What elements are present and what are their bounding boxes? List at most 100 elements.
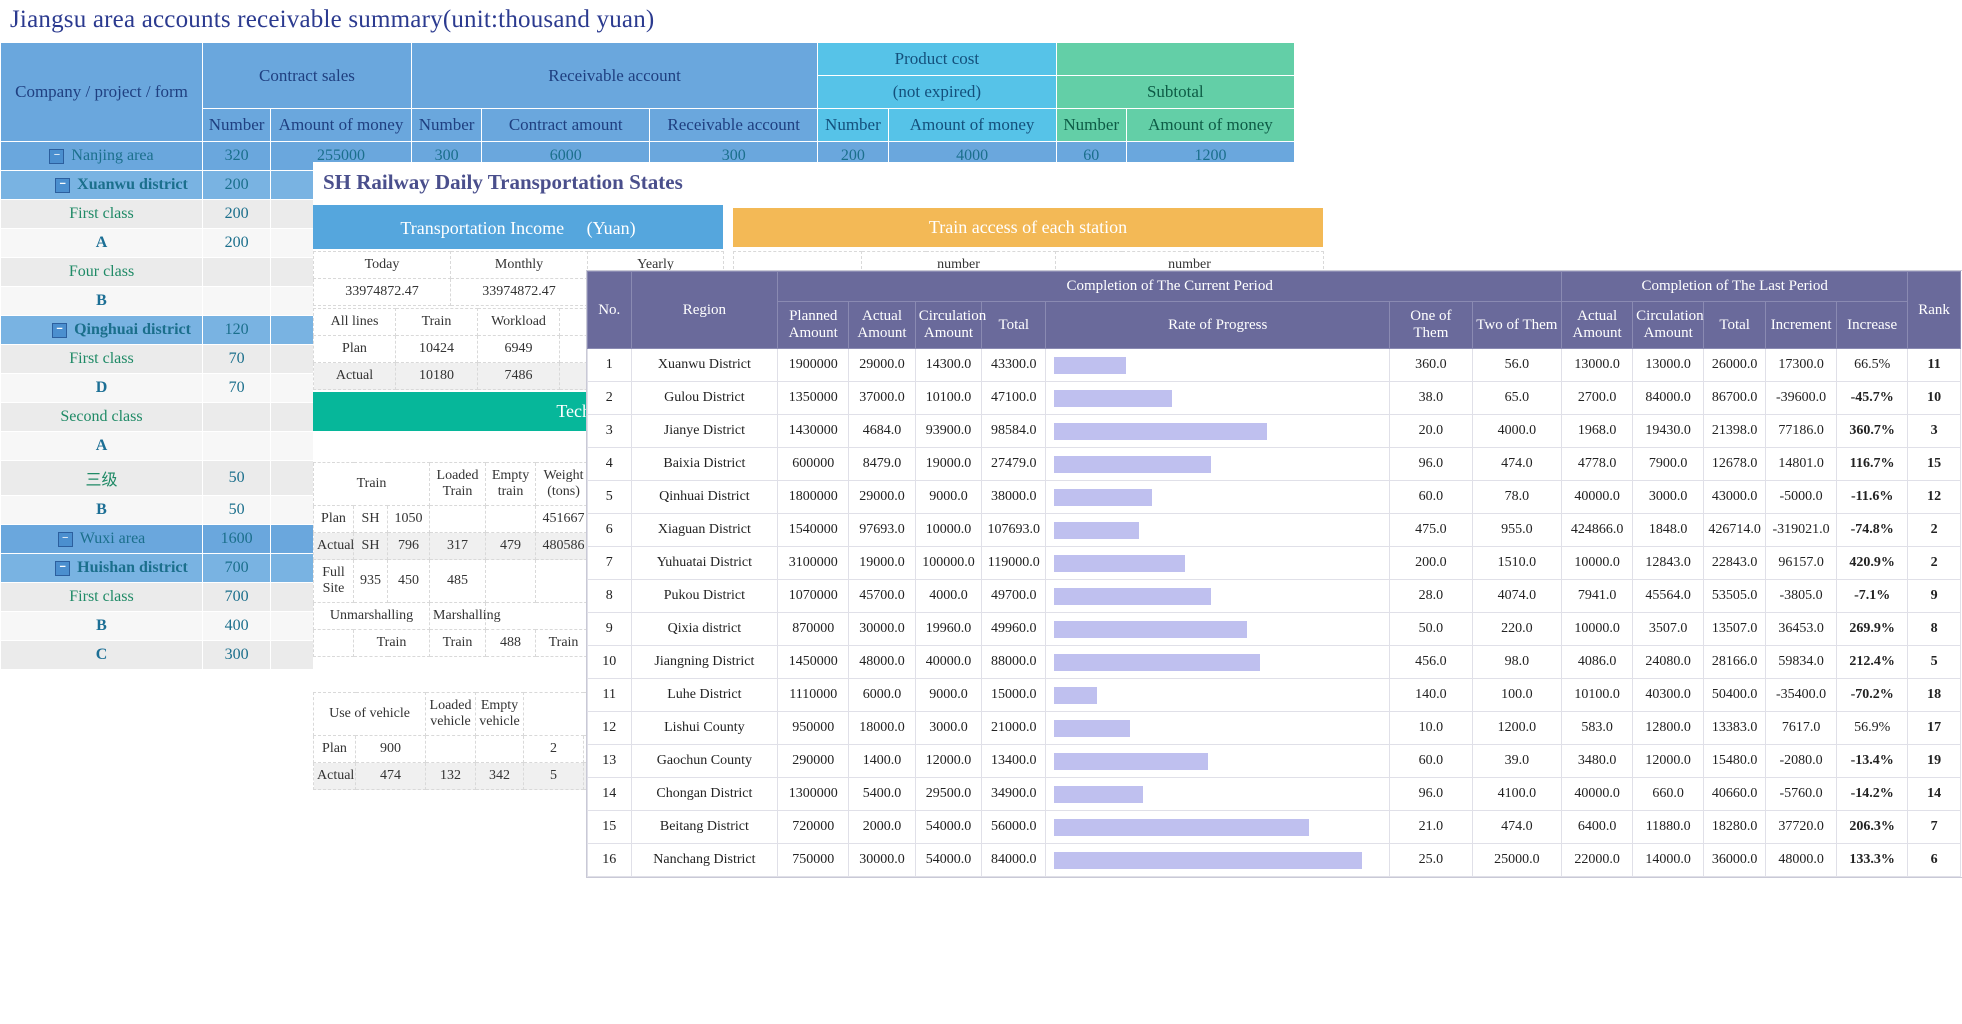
header-group-contract-sales: Contract sales [202,42,412,109]
ns-actual-c2: 342 [475,762,525,790]
ns-plan-c2 [475,735,525,763]
table-row[interactable]: 16 Nanchang District 750000 30000.0 54000.0 8… [587,843,1961,877]
cell-rate-of-progress [1045,678,1391,712]
table-row[interactable]: 11 Luhe District 1110000 6000.0 9000.0 15000.… [587,678,1961,712]
progress-bar-track [1054,422,1381,440]
cell-two-of-them: 4000.0 [1471,414,1563,448]
progress-bar-track [1054,653,1381,671]
progress-bar-fill [1054,752,1208,770]
header-actual-amount: Actual Amount [848,301,916,349]
header-cs-amount: Amount of money [270,108,412,142]
cell-c0 [202,286,272,316]
cell-c0: 300 [202,640,272,670]
cell-two-of-them: 4074.0 [1471,579,1563,613]
um-blank [313,629,354,657]
progress-bar-fill [1054,686,1097,704]
cell-region: Jianye District [630,414,779,448]
table-row[interactable]: 2 Gulou District 1350000 37000.0 10100.0 4710… [587,381,1961,415]
header-ra-contract-amount: Contract amount [481,108,651,142]
header-marshalling: Marshalling [429,602,501,630]
progress-bar-fill [1054,554,1186,572]
header-one-of-them: One of Them [1389,301,1473,349]
all-lines-actual-label: Actual [313,362,396,390]
ss-actual-c3: 479 [485,532,537,560]
cell-c0: 50 [202,495,272,525]
cell-total: 84000.0 [981,843,1047,877]
row-label: Second class [0,402,204,432]
cell-no: 11 [587,678,632,712]
cell-rank: 19 [1907,744,1961,778]
row-label: A [0,431,204,461]
expander-icon[interactable]: − [49,148,65,164]
cell-increment: 37720.0 [1765,810,1838,844]
ss-actual-c0: SH [353,532,388,560]
table-row[interactable]: 7 Yuhuatai District 3100000 19000.0 100000.0… [587,546,1961,580]
cell-region: Beitang District [630,810,779,844]
expander-icon[interactable]: − [55,560,71,576]
cell-circulation-amount: 93900.0 [914,414,983,448]
table-row[interactable]: 5 Qinhuai District 1800000 29000.0 9000.0 380… [587,480,1961,514]
progress-bar-fill [1054,587,1212,605]
progress-bar-fill [1054,455,1212,473]
expander-icon[interactable]: − [52,322,68,338]
table-row[interactable]: 8 Pukou District 1070000 45700.0 4000.0 49700… [587,579,1961,613]
header-last-total: Total [1703,301,1767,349]
cell-last-total: 36000.0 [1703,843,1767,877]
all-lines-actual-train: 10180 [395,362,478,390]
completion-panel: No. Region Completion of The Current Per… [586,270,1962,878]
cell-two-of-them: 65.0 [1471,381,1563,415]
cell-rank: 15 [1907,447,1961,481]
cell-last-actual-amount: 2700.0 [1561,381,1634,415]
header-unmarshalling: Unmarshalling [312,602,431,630]
cell-rank: 12 [1907,480,1961,514]
completion-table-body: 1 Xuanwu District 1900000 29000.0 14300.0 433… [587,348,1961,877]
table-row[interactable]: 6 Xiaguan District 1540000 97693.0 10000.0 10… [587,513,1961,547]
transportation-income-banner: Transportation Income (Yuan) [313,205,723,249]
table-row[interactable]: 4 Baixia District 600000 8479.0 19000.0 27479… [587,447,1961,481]
cell-no: 14 [587,777,632,811]
expander-icon[interactable]: − [55,177,71,193]
cell-planned-amount: 1900000 [777,348,850,382]
cell-last-actual-amount: 4086.0 [1561,645,1634,679]
table-row[interactable]: 9 Qixia district 870000 30000.0 19960.0 49960… [587,612,1961,646]
cell-planned-amount: 720000 [777,810,850,844]
header-increment: Increment [1765,301,1838,349]
cell-no: 15 [587,810,632,844]
cell-region: Qixia district [630,612,779,646]
cell-one-of-them: 38.0 [1389,381,1473,415]
table-row[interactable]: 14 Chongan District 1300000 5400.0 29500.0 34… [587,777,1961,811]
cell-circulation-amount: 10000.0 [914,513,983,547]
row-label: − Nanjing area [0,141,204,171]
table-row[interactable]: 10 Jiangning District 1450000 48000.0 40000.… [587,645,1961,679]
cell-circulation-amount: 3000.0 [914,711,983,745]
cell-actual-amount: 29000.0 [848,480,916,514]
cell-c0 [202,257,272,287]
cell-c0 [202,431,272,461]
cell-last-actual-amount: 10000.0 [1561,612,1634,646]
ns-actual-label: Actual [313,762,356,790]
table-row[interactable]: 15 Beitang District 720000 2000.0 54000.0 560… [587,810,1961,844]
cell-c0: 1600 [202,524,272,554]
cell-actual-amount: 30000.0 [848,612,916,646]
table-row[interactable]: 3 Jianye District 1430000 4684.0 93900.0 9858… [587,414,1961,448]
table-row[interactable]: 13 Gaochun County 290000 1400.0 12000.0 13400… [587,744,1961,778]
cell-actual-amount: 6000.0 [848,678,916,712]
cell-actual-amount: 18000.0 [848,711,916,745]
progress-bar-track [1054,521,1381,539]
header-group-product-cost: Product cost [817,42,1057,76]
cell-last-actual-amount: 40000.0 [1561,777,1634,811]
cell-last-total: 28166.0 [1703,645,1767,679]
cell-region: Lishui County [630,711,779,745]
expander-icon[interactable]: − [57,531,73,547]
cell-one-of-them: 96.0 [1389,447,1473,481]
income-today-value: 33974872.47 [313,278,451,306]
cell-rank: 14 [1907,777,1961,811]
cell-last-actual-amount: 4778.0 [1561,447,1634,481]
cell-rate-of-progress [1045,480,1391,514]
table-row[interactable]: 1 Xuanwu District 1900000 29000.0 14300.0 433… [587,348,1961,382]
income-period-today: Today [313,251,451,279]
cell-increase: 206.3% [1836,810,1909,844]
cell-actual-amount: 45700.0 [848,579,916,613]
cell-actual-amount: 48000.0 [848,645,916,679]
table-row[interactable]: 12 Lishui County 950000 18000.0 3000.0 21000.… [587,711,1961,745]
